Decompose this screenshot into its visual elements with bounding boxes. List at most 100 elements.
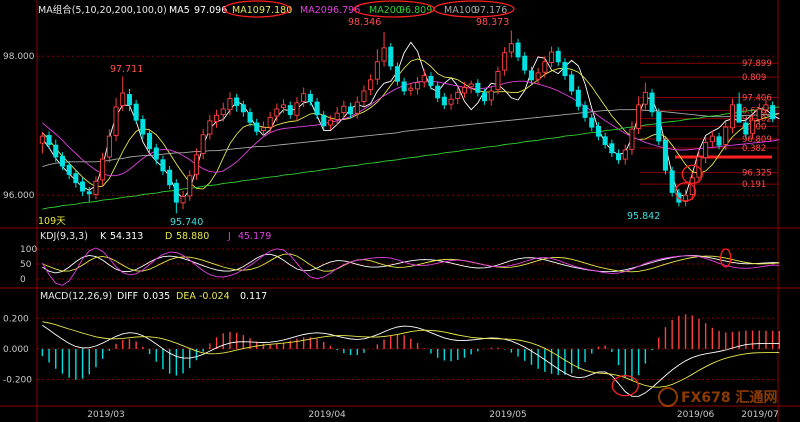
- ma5-value: 97.096: [194, 5, 227, 16]
- candle-body: [468, 83, 474, 88]
- right-level-label: 0.382: [742, 144, 766, 154]
- candle-body: [214, 114, 220, 122]
- candle-body: [314, 101, 320, 116]
- candle-body: [327, 119, 333, 126]
- candle-body: [281, 104, 287, 109]
- kdj-k-value: 54.313: [110, 231, 143, 242]
- candle-body: [495, 71, 501, 91]
- candle-body: [133, 103, 139, 121]
- kdj-y-tick-label: 0: [20, 275, 26, 285]
- macd-diff-value: 0.035: [143, 291, 170, 302]
- candle-body: [542, 61, 548, 73]
- candle-body: [301, 93, 307, 102]
- candle-body: [488, 90, 494, 101]
- kdj-legend: KDJ(9,3,3) K 54.313 D 58.880 J 45.179: [40, 231, 271, 242]
- chart-svg: 98.00096.00097.8990.80997.4060.61897.102…: [0, 0, 800, 422]
- x-tick-label: 2019/04: [308, 410, 346, 420]
- candle-body: [729, 104, 735, 129]
- candle-body: [455, 91, 461, 100]
- price-legend: MA组合(5,10,20,200,100,0) MA5 97.096 MA10 …: [38, 0, 515, 18]
- candle-body: [53, 144, 59, 158]
- candle-body: [595, 125, 601, 137]
- ma10-label: MA10: [232, 5, 259, 16]
- candle-body: [39, 135, 45, 144]
- ma100-label: MA100: [444, 5, 477, 16]
- candle-body: [763, 104, 769, 111]
- candle-body: [575, 89, 581, 107]
- candle-body: [656, 112, 662, 142]
- watermark: FX678 汇通网: [658, 387, 777, 407]
- candle-body: [46, 134, 52, 145]
- macd-panel-title: MACD(12,26,9): [40, 291, 112, 302]
- candle-body: [180, 196, 186, 204]
- candle-body: [120, 92, 126, 107]
- candle-body: [642, 91, 648, 105]
- right-level-label: 97.406: [742, 93, 772, 103]
- candle-body: [287, 105, 293, 116]
- candle-body: [227, 98, 233, 111]
- candle-body: [401, 81, 407, 92]
- candle-body: [294, 102, 300, 116]
- candle-body: [86, 191, 92, 195]
- high-label-2: 98.346: [348, 17, 381, 28]
- x-tick-label: 2019/05: [489, 410, 526, 420]
- macd-hist-value: 0.117: [240, 291, 267, 302]
- candle-body: [354, 101, 360, 114]
- kdj-k-label: K: [100, 231, 107, 242]
- right-level-label: 0.809: [742, 73, 766, 83]
- x-tick-label: 2019/07: [741, 410, 778, 420]
- candle-body: [381, 47, 387, 62]
- macd-y-tick-label: 0.000: [3, 345, 29, 355]
- candle-body: [126, 93, 132, 106]
- candle-body: [448, 98, 454, 105]
- candle-body: [388, 46, 394, 67]
- right-level-label: 0.191: [742, 180, 766, 190]
- candle-body: [629, 128, 635, 150]
- candle-body: [636, 104, 642, 129]
- candle-body: [334, 112, 340, 120]
- candle-body: [374, 61, 380, 80]
- candle-body: [247, 112, 253, 123]
- candle-body: [549, 51, 555, 63]
- candle-body: [307, 93, 313, 102]
- candle-body: [569, 74, 575, 92]
- candle-body: [153, 147, 159, 160]
- macd-diff-label: DIFF: [117, 291, 138, 302]
- candle-body: [106, 135, 112, 158]
- candle-body: [234, 97, 240, 107]
- candle-body: [508, 43, 514, 53]
- ma20-label: MA20: [300, 5, 327, 16]
- candle-body: [428, 75, 434, 86]
- high-label-3: 98.373: [476, 17, 509, 28]
- ma200-label: MA200: [369, 5, 402, 16]
- candle-body: [267, 116, 273, 128]
- low-label-2: 95.842: [627, 211, 660, 222]
- candle-body: [421, 75, 427, 83]
- x-tick-label: 2019/03: [87, 410, 124, 420]
- kdj-d-value: 58.880: [176, 231, 209, 242]
- candle-body: [173, 182, 179, 203]
- right-level-label: 96.325: [742, 169, 772, 179]
- candle-body: [709, 135, 715, 143]
- candle-body: [73, 173, 79, 184]
- candle-body: [716, 136, 722, 146]
- candle-body: [441, 96, 447, 106]
- right-level-label: 97.899: [742, 59, 772, 69]
- candle-body: [240, 104, 246, 113]
- candle-body: [622, 149, 628, 160]
- candle-body: [515, 42, 521, 58]
- ma200-value: 96.809: [399, 5, 432, 16]
- candle-body: [662, 139, 668, 171]
- candle-body: [535, 72, 541, 80]
- candle-body: [361, 90, 367, 102]
- candle-body: [66, 164, 72, 175]
- macd-y-tick-label: 0.200: [3, 314, 29, 324]
- candle-body: [368, 79, 374, 91]
- watermark-logo-icon: [658, 387, 678, 407]
- watermark-text: FX678 汇通网: [681, 390, 777, 406]
- candle-body: [475, 82, 481, 93]
- macd-dea-value: -0.024: [199, 291, 230, 302]
- candle-body: [723, 126, 729, 145]
- candle-body: [750, 119, 756, 134]
- candle-body: [522, 55, 528, 71]
